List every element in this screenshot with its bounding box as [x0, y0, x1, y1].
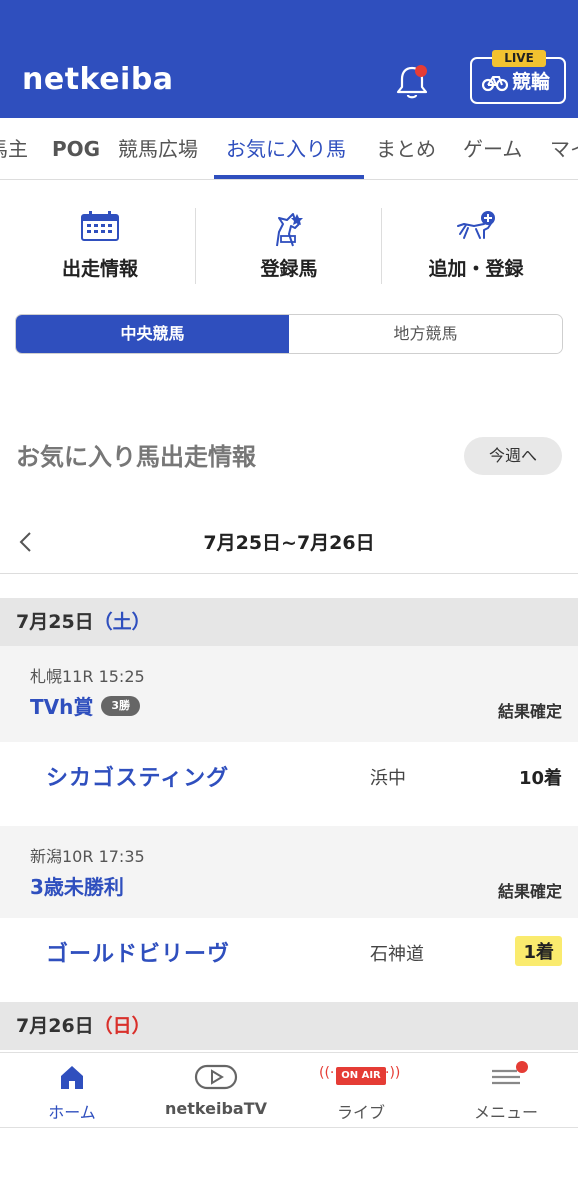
race-grade-badge: 3勝 — [101, 695, 141, 716]
shortcut-registered-horses-label: 登録馬 — [260, 258, 318, 280]
tab-favorite-horses[interactable]: お気に入り馬 — [226, 118, 346, 179]
race-name: 3歳未勝利 — [30, 875, 124, 899]
nav-live[interactable]: ((· ON AIR ·)) ライブ — [289, 1053, 433, 1129]
shortcut-add-register-label: 追加・登録 — [428, 258, 524, 280]
day-of-week: （土） — [93, 611, 151, 633]
horse-result-row[interactable]: ゴールドビリーヴ 石神道 1着 — [0, 918, 578, 1002]
nav-menu[interactable]: メニュー — [434, 1053, 578, 1129]
tab-pog[interactable]: POG — [52, 118, 100, 179]
shortcut-add-register[interactable]: 追加・登録 — [380, 190, 572, 290]
play-icon — [194, 1064, 238, 1090]
day-header: 7月25日（土） — [0, 598, 578, 646]
day-date: 7月26日 — [16, 1015, 94, 1037]
shortcut-registered-horses[interactable]: 登録馬 — [193, 190, 385, 290]
active-tab-indicator — [214, 175, 364, 179]
finish-place: 10着 — [518, 768, 562, 789]
this-week-button[interactable]: 今週へ — [464, 437, 562, 475]
bell-icon[interactable] — [392, 62, 432, 102]
nav-netkeiba-tv[interactable]: netkeibaTV — [144, 1053, 288, 1129]
live-keirin-label: 競輪 — [512, 71, 551, 93]
race-status: 結果確定 — [497, 882, 562, 901]
segment-local-racing[interactable]: 地方競馬 — [289, 315, 562, 353]
nav-home-label: ホーム — [48, 1103, 96, 1122]
racing-type-toggle: 中央競馬 地方競馬 — [15, 314, 563, 354]
race-name: TVh賞 — [30, 695, 94, 719]
tab-keiba-plaza[interactable]: 競馬広場 — [118, 118, 198, 179]
category-tabs: 馬主 POG 競馬広場 お気に入り馬 まとめ ゲーム マイ — [0, 118, 578, 180]
tab-owner[interactable]: 馬主 — [0, 118, 28, 179]
tab-my[interactable]: マイ — [550, 118, 578, 179]
race-meta: 札幌11R 15:25 — [30, 667, 145, 686]
day-date: 7月25日 — [16, 611, 94, 633]
race-info[interactable]: 札幌11R 15:25 TVh賞 3勝 結果確定 — [0, 646, 578, 742]
home-icon — [61, 1066, 83, 1089]
signal-right-icon: ·)) — [385, 1065, 401, 1081]
live-keirin-button[interactable]: LIVE 競輪 — [470, 50, 566, 104]
race-meta: 新潟10R 17:35 — [30, 847, 145, 866]
day-header: 7月26日（日） — [0, 1002, 578, 1050]
race-info[interactable]: 新潟10R 17:35 3歳未勝利 結果確定 — [0, 826, 578, 918]
nav-home[interactable]: ホーム — [0, 1053, 144, 1129]
horse-register-icon — [276, 213, 303, 247]
section-title: お気に入り馬出走情報 — [16, 443, 256, 471]
day-of-week: （日） — [93, 1015, 151, 1037]
app-logo[interactable]: netkeiba — [22, 62, 174, 98]
nav-menu-label: メニュー — [473, 1103, 538, 1122]
date-navigator: 7月25日~7月26日 — [0, 510, 578, 574]
signal-left-icon: ((· — [319, 1065, 335, 1081]
nav-live-label: ライブ — [336, 1103, 385, 1122]
calendar-icon — [81, 211, 119, 241]
horse-name[interactable]: シカゴスティング — [46, 760, 229, 792]
jockey-name: 石神道 — [370, 944, 424, 965]
jockey-name: 浜中 — [370, 768, 406, 789]
horse-name[interactable]: ゴールドビリーヴ — [46, 936, 230, 968]
live-badge: LIVE — [492, 50, 546, 67]
finish-place-win: 1着 — [515, 936, 562, 966]
horse-result-row[interactable]: シカゴスティング 浜中 10着 — [0, 742, 578, 826]
tab-game[interactable]: ゲーム — [463, 118, 522, 179]
bottom-navigation: ホーム netkeibaTV ((· ON AIR ·)) ライブ メニュー — [0, 1052, 578, 1128]
notification-dot — [516, 1061, 528, 1073]
nav-netkeiba-tv-label: netkeibaTV — [165, 1099, 267, 1118]
segment-central-racing[interactable]: 中央競馬 — [16, 315, 289, 353]
onair-icon: ON AIR — [336, 1067, 386, 1085]
shortcut-entry-info-label: 出走情報 — [61, 258, 138, 280]
race-status: 結果確定 — [497, 702, 562, 721]
horse-add-icon — [457, 211, 495, 239]
shortcut-bar: 出走情報 登録馬 追加・登録 — [0, 190, 578, 290]
bicycle-icon — [482, 76, 508, 92]
tab-matome[interactable]: まとめ — [376, 118, 436, 179]
app-header: netkeiba LIVE 競輪 — [0, 0, 578, 118]
shortcut-entry-info[interactable]: 出走情報 — [4, 190, 196, 290]
date-range-label: 7月25日~7月26日 — [203, 532, 375, 554]
